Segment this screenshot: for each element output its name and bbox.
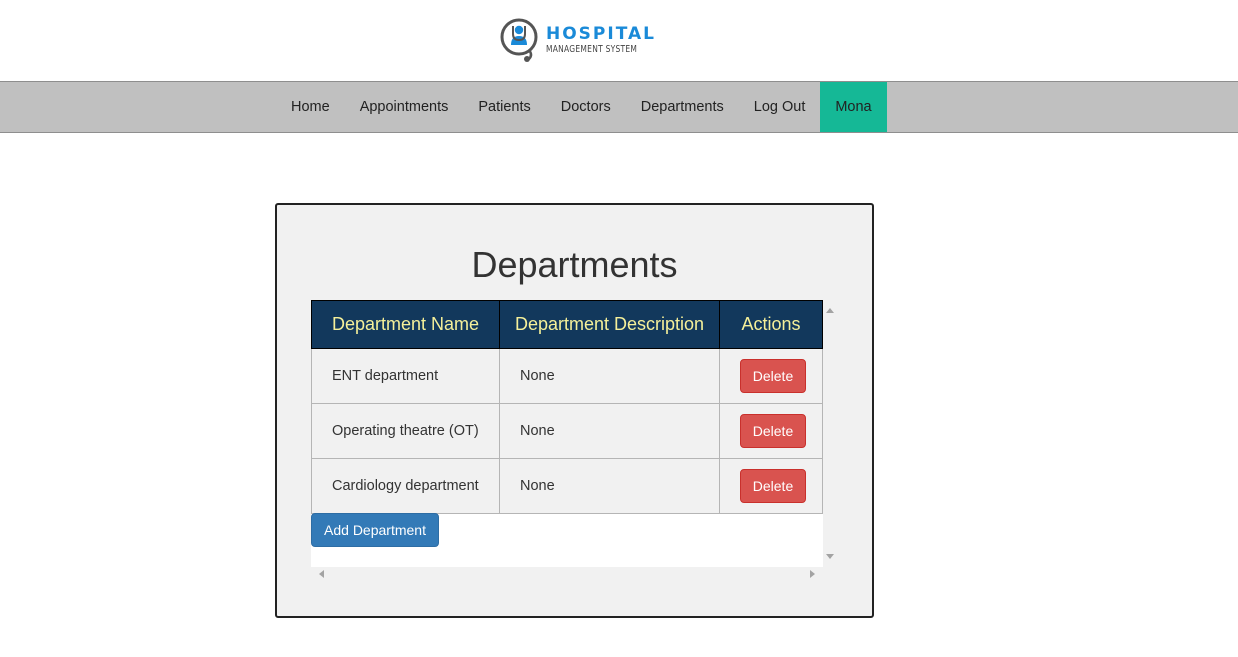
scroll-right-icon[interactable] xyxy=(810,570,815,578)
delete-button[interactable]: Delete xyxy=(740,359,806,393)
add-department-button[interactable]: Add Department xyxy=(311,513,439,547)
nav-logout[interactable]: Log Out xyxy=(739,82,821,132)
cell-department-name: ENT department xyxy=(311,348,500,404)
logo-text: HOSPITAL MANAGEMENT SYSTEM xyxy=(546,24,656,56)
cell-actions: Delete xyxy=(719,403,823,459)
departments-table: Department Name Department Description A… xyxy=(311,300,823,514)
brand-subtitle: MANAGEMENT SYSTEM xyxy=(546,44,638,55)
header-department-description: Department Description xyxy=(499,300,720,349)
nav-departments[interactable]: Departments xyxy=(626,82,739,132)
stethoscope-doctor-icon xyxy=(500,18,538,62)
scrollbar-corner xyxy=(823,567,838,582)
table-row: Operating theatre (OT) None Delete xyxy=(311,403,823,459)
nav-user[interactable]: Mona xyxy=(820,82,887,132)
cell-actions: Delete xyxy=(719,458,823,514)
horizontal-scrollbar[interactable] xyxy=(311,567,823,582)
vertical-scrollbar[interactable] xyxy=(823,300,838,567)
nav-home[interactable]: Home xyxy=(276,82,345,132)
cell-department-name: Operating theatre (OT) xyxy=(311,403,500,459)
page-title: Departments xyxy=(471,244,678,285)
cell-actions: Delete xyxy=(719,348,823,404)
nav-list: Home Appointments Patients Doctors Depar… xyxy=(276,82,887,132)
site-logo[interactable]: HOSPITAL MANAGEMENT SYSTEM xyxy=(499,17,656,63)
main-navbar: Home Appointments Patients Doctors Depar… xyxy=(0,81,1238,133)
nav-doctors[interactable]: Doctors xyxy=(546,82,626,132)
table-scroll-container[interactable]: Department Name Department Description A… xyxy=(311,300,838,582)
scroll-down-icon[interactable] xyxy=(826,554,834,559)
scroll-left-icon[interactable] xyxy=(319,570,324,578)
cell-department-description: None xyxy=(499,403,720,459)
site-header: HOSPITAL MANAGEMENT SYSTEM xyxy=(0,0,1238,82)
header-actions: Actions xyxy=(719,300,823,349)
cell-department-description: None xyxy=(499,348,720,404)
header-department-name: Department Name xyxy=(311,300,500,349)
departments-panel: Departments Department Name Department D… xyxy=(275,203,874,618)
scroll-up-icon[interactable] xyxy=(826,308,834,313)
cell-department-description: None xyxy=(499,458,720,514)
table-row: ENT department None Delete xyxy=(311,348,823,404)
cell-department-name: Cardiology department xyxy=(311,458,500,514)
nav-patients[interactable]: Patients xyxy=(463,82,545,132)
delete-button[interactable]: Delete xyxy=(740,414,806,448)
table-row: Cardiology department None Delete xyxy=(311,458,823,514)
brand-title: HOSPITAL xyxy=(546,24,656,44)
table-header-row: Department Name Department Description A… xyxy=(311,300,823,349)
nav-appointments[interactable]: Appointments xyxy=(345,82,464,132)
delete-button[interactable]: Delete xyxy=(740,469,806,503)
